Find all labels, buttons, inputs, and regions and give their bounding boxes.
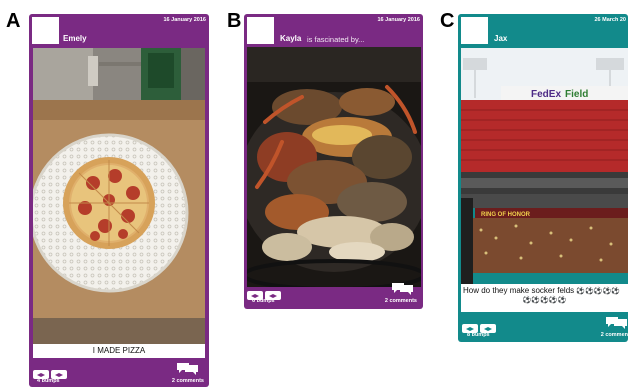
post-header: Kayla is fascinated by... 16 January 201… xyxy=(244,14,423,48)
bump-count[interactable]: 8 bumps xyxy=(467,332,490,338)
post-caption: I MADE PIZZA xyxy=(33,344,205,358)
fedex-sign: FedEx xyxy=(531,89,561,100)
comment-count[interactable]: 2 comments xyxy=(172,378,204,384)
post-action-text: is fascinated by... xyxy=(307,35,365,44)
post-photo-seafood[interactable] xyxy=(247,47,421,287)
username[interactable]: Kayla xyxy=(280,34,301,43)
speech-bubbles-icon[interactable] xyxy=(392,282,413,295)
bump-count[interactable]: 4 bumps xyxy=(37,378,60,384)
username[interactable]: Emely xyxy=(63,34,87,43)
avatar[interactable] xyxy=(32,17,59,44)
soccer-ball-icons-row-2: ⚽⚽⚽⚽⚽ xyxy=(522,296,567,304)
username[interactable]: Jax xyxy=(494,34,507,43)
comment-count[interactable]: 2 comments xyxy=(385,298,417,304)
post-date: 16 January 2016 xyxy=(377,17,420,23)
panel-label-a: A xyxy=(6,10,21,32)
bumps-fist-icon[interactable] xyxy=(33,366,67,379)
post-header: Emely 16 January 2016 xyxy=(29,14,209,48)
soccer-ball-icons-row-1: ⚽⚽⚽⚽⚽ xyxy=(576,288,620,295)
post-header: Jax 26 March 20 xyxy=(458,14,628,48)
panel-label-b: B xyxy=(227,10,242,32)
avatar[interactable] xyxy=(461,17,488,44)
bump-count[interactable]: 6 bumps xyxy=(252,298,275,304)
field-sign: Field xyxy=(565,89,588,100)
ring-of-honor-sign: RING OF HONOR xyxy=(481,212,531,218)
comment-count[interactable]: 2 commen xyxy=(601,332,628,338)
speech-bubbles-icon[interactable] xyxy=(177,362,198,375)
bumps-fist-icon[interactable] xyxy=(462,320,496,333)
panel-label-c: C xyxy=(440,10,455,32)
post-photo-stadium[interactable]: FedEx Field RING OF HONOR xyxy=(461,48,628,296)
post-date: 26 March 20 xyxy=(594,17,627,23)
post-card-jax[interactable]: Jax 26 March 20 FedEx Field RING OF HONO… xyxy=(458,14,628,342)
post-card-kayla[interactable]: Kayla is fascinated by... 16 January 201… xyxy=(244,14,423,309)
avatar[interactable] xyxy=(247,17,274,44)
post-caption-box: How do they make socker felds ⚽⚽⚽⚽⚽ ⚽⚽⚽⚽… xyxy=(461,284,628,312)
post-photo-pizza[interactable] xyxy=(33,48,205,346)
post-caption: How do they make socker felds xyxy=(463,286,575,295)
post-date: 16 January 2016 xyxy=(163,17,206,23)
speech-bubbles-icon[interactable] xyxy=(606,316,627,329)
post-card-emely[interactable]: Emely 16 January 2016 I MADE PIZZA 4 bum… xyxy=(29,14,209,387)
bumps-fist-icon[interactable] xyxy=(247,287,281,300)
